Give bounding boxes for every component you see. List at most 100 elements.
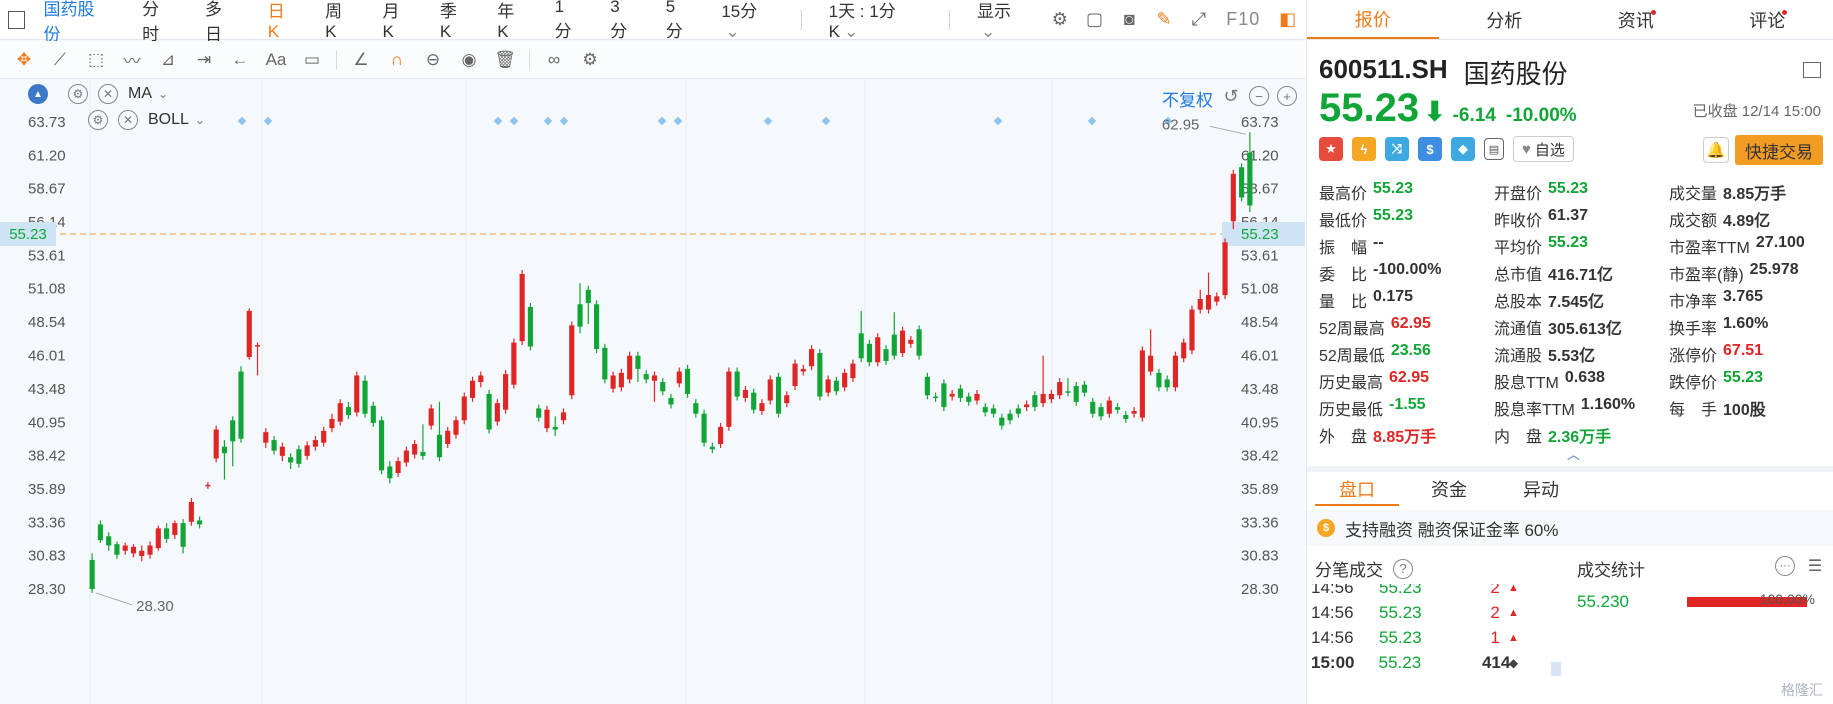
indicator-close-icon[interactable]: ✕	[118, 110, 138, 130]
period-weekly-k[interactable]: 周K	[325, 0, 352, 42]
arrow-tool-icon[interactable]: ←	[222, 46, 258, 74]
candle-body	[1065, 391, 1071, 393]
boll-label[interactable]: BOLL	[148, 111, 189, 129]
magnet-icon[interactable]: ∩	[379, 46, 415, 74]
tab-news[interactable]: 资讯	[1570, 0, 1702, 39]
f10-button[interactable]: F10	[1226, 9, 1260, 30]
range-select[interactable]: 1天 : 1分K	[829, 0, 922, 42]
bookmark-icon[interactable]: ▤	[1484, 138, 1504, 160]
link-icon[interactable]: ∞	[536, 46, 572, 74]
stat-label: 流通值	[1494, 320, 1543, 338]
move-icon[interactable]: ✥	[6, 46, 42, 74]
indicator-settings-icon[interactable]: ⚙	[68, 84, 88, 104]
display-menu[interactable]: 显示	[977, 0, 1027, 42]
eye-icon[interactable]: ◉	[451, 46, 487, 74]
pencil-icon[interactable]: ✎	[1147, 9, 1182, 30]
tag-icon[interactable]: ◆	[1451, 137, 1475, 161]
stat-value: 4.89亿	[1723, 212, 1771, 230]
line-tool-icon[interactable]: ⟋	[42, 46, 78, 74]
more-icon[interactable]: ···	[1775, 556, 1795, 576]
zoom-out-icon[interactable]: −	[1249, 86, 1269, 106]
candle-body	[676, 371, 682, 384]
chevron-down-icon[interactable]: ⌄	[158, 87, 168, 101]
stat-cell: 历史最低 -1.55	[1319, 396, 1494, 420]
tab-orderbook[interactable]: 盘口	[1315, 472, 1399, 506]
tab-analysis[interactable]: 分析	[1439, 0, 1571, 39]
candle-body	[453, 420, 459, 435]
candle-body	[899, 330, 906, 354]
zoom-in-icon[interactable]: +	[1277, 86, 1297, 106]
lock-icon[interactable]: ⊖	[415, 46, 451, 74]
tab-comments[interactable]: 评论	[1702, 0, 1833, 39]
indicator-close-icon[interactable]: ✕	[98, 84, 118, 104]
period-yearly-k[interactable]: 年K	[497, 0, 524, 42]
ma-label[interactable]: MA	[128, 85, 152, 103]
candle-body	[1007, 413, 1013, 421]
reset-icon[interactable]: ↺	[1221, 86, 1241, 106]
sidebar-toggle-icon[interactable]	[8, 10, 26, 29]
tab-unusual[interactable]: 异动	[1499, 472, 1583, 506]
volume-stat-row: 55.230 100.00%	[1577, 591, 1827, 612]
comment-tool-icon[interactable]: ▭	[294, 46, 330, 74]
panel-layout-icon[interactable]	[1803, 62, 1821, 78]
candle-body	[718, 426, 724, 445]
stat-label: 最高价	[1319, 185, 1368, 203]
dollar-icon[interactable]: $	[1418, 137, 1442, 161]
period-5min[interactable]: 5分	[666, 0, 692, 42]
list-icon[interactable]: ☰	[1805, 556, 1825, 576]
range-tool-icon[interactable]: ⇥	[186, 46, 222, 74]
period-daily-k[interactable]: 日K	[268, 0, 295, 42]
eraser-icon[interactable]: ∠	[343, 46, 379, 74]
period-fenshi[interactable]: 分时	[142, 0, 175, 45]
bell-icon[interactable]: 🔔	[1703, 137, 1729, 163]
period-quarterly-k[interactable]: 季K	[440, 0, 467, 42]
lightning-icon[interactable]: ϟ	[1352, 137, 1376, 161]
side-panel-icon[interactable]: ◧	[1270, 9, 1305, 30]
quick-trade-button[interactable]: 快捷交易	[1735, 135, 1823, 165]
settings-icon[interactable]: ⚙	[1042, 9, 1077, 30]
stat-label: 最低价	[1319, 212, 1368, 230]
stat-label: 成交额	[1669, 212, 1718, 230]
period-15min[interactable]: 15分	[721, 0, 773, 42]
period-3min[interactable]: 3分	[610, 0, 636, 42]
period-monthly-k[interactable]: 月K	[383, 0, 410, 42]
draw-settings-icon[interactable]: ⚙	[572, 46, 608, 74]
tab-funds[interactable]: 资金	[1407, 472, 1491, 506]
fib-tool-icon[interactable]: ⊿	[150, 46, 186, 74]
chevron-up-icon[interactable]: ︿	[1567, 444, 1580, 463]
indicator-settings-icon[interactable]: ⚙	[88, 110, 108, 130]
tick-price: 55.23	[1379, 603, 1422, 622]
period-multiday[interactable]: 多日	[205, 0, 238, 45]
help-icon[interactable]: ?	[1393, 558, 1413, 579]
trash-icon[interactable]: 🗑	[487, 46, 523, 74]
wave-tool-icon[interactable]: 〰	[114, 46, 150, 74]
text-tool-icon[interactable]: Aa	[258, 46, 294, 74]
y-tick-label-right: 53.61	[1241, 247, 1279, 264]
candle-body	[304, 445, 310, 456]
fullscreen-icon[interactable]: ⤢	[1181, 9, 1216, 30]
chevron-down-icon[interactable]: ⌄	[195, 113, 205, 127]
stock-badges: ★ ϟ ⤨ $ ◆ ▤ ♥ 自选	[1319, 136, 1574, 162]
camera-icon[interactable]: ◙	[1112, 9, 1147, 30]
collapse-icon[interactable]: ▲	[28, 84, 48, 104]
ticks-list[interactable]: 14:56 55.23 2 ▲ 14:56 55.23 2 ▲ 14:56 55.23 1 ▲ 15:0…	[1307, 584, 1537, 704]
stat-value: 67.51	[1723, 341, 1764, 359]
shuffle-icon[interactable]: ⤨	[1385, 137, 1409, 161]
margin-info-bar: $ 支持融资 融资保证金率 60%	[1307, 510, 1833, 546]
scrollbar[interactable]	[1551, 662, 1561, 676]
market-status: 已收盘 12/14 15:00	[1692, 103, 1821, 120]
rect-tool-icon[interactable]: ⬚	[78, 46, 114, 74]
stat-label: 量 比	[1319, 293, 1368, 311]
kline-chart[interactable]: 63.7363.7361.2061.2058.6758.6756.1456.14…	[0, 80, 1305, 704]
adjust-select[interactable]: 不复权	[1162, 86, 1213, 111]
china-flag-icon[interactable]: ★	[1319, 137, 1343, 161]
candle-body	[668, 397, 674, 405]
period-1min[interactable]: 1分	[555, 0, 581, 42]
stat-value: 27.100	[1755, 233, 1805, 251]
candle-body	[552, 426, 558, 430]
layout-icon[interactable]: ▢	[1077, 9, 1112, 30]
tab-quote[interactable]: 报价	[1307, 0, 1439, 39]
stat-value: 23.56	[1390, 341, 1431, 359]
add-watchlist-button[interactable]: ♥ 自选	[1513, 136, 1574, 162]
stock-name-tab[interactable]: 国药股份	[43, 0, 109, 45]
